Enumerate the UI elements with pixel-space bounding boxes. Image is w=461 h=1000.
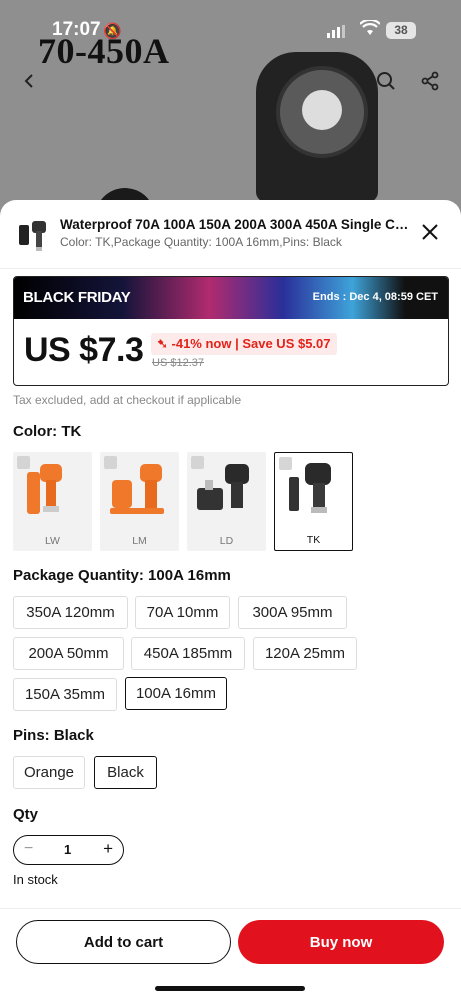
- black-friday-label: BLACK FRIDAY: [23, 289, 131, 306]
- quantity-stepper: − 1 +: [13, 835, 124, 865]
- divider: [0, 268, 461, 269]
- black-friday-strip: BLACK FRIDAY Ends : Dec 4, 08:59 CET: [14, 277, 448, 319]
- discount-badge: ➷ -41% now | Save US $5.07: [151, 333, 337, 355]
- product-selected-variant: Color: TK,Package Quantity: 100A 16mm,Pi…: [60, 235, 342, 249]
- zoom-icon[interactable]: [279, 457, 292, 470]
- product-thumbnail: [16, 217, 52, 253]
- discount-arrow-icon: ➷: [157, 336, 172, 351]
- home-indicator: [155, 986, 305, 991]
- minus-icon[interactable]: −: [24, 840, 33, 858]
- status-bar: 17:07 🔕 38: [0, 16, 461, 46]
- color-option-label: TK: [306, 534, 321, 546]
- package-option[interactable]: 200A 50mm: [13, 637, 124, 670]
- product-title: Waterproof 70A 100A 150A 200A 300A 450A …: [60, 217, 412, 232]
- qty-label: Qty: [13, 806, 39, 823]
- zoom-icon[interactable]: [191, 456, 204, 469]
- color-option-ld[interactable]: LD: [187, 452, 266, 551]
- package-option[interactable]: 120A 25mm: [253, 637, 357, 670]
- sheet-header: Waterproof 70A 100A 150A 200A 300A 450A …: [0, 200, 461, 268]
- package-option[interactable]: 300A 95mm: [238, 596, 347, 629]
- package-option[interactable]: 350A 120mm: [13, 596, 128, 629]
- pins-option[interactable]: Orange: [13, 756, 85, 789]
- color-label: Color: TK: [13, 423, 82, 440]
- package-option-selected[interactable]: 100A 16mm: [125, 677, 227, 710]
- original-price: US $12.37: [152, 357, 204, 369]
- status-time: 17:07: [52, 19, 101, 40]
- signal-icon: [327, 25, 345, 38]
- connector-image: [256, 52, 378, 202]
- package-option[interactable]: 150A 35mm: [13, 678, 117, 711]
- tax-note: Tax excluded, add at checkout if applica…: [13, 393, 242, 407]
- color-option-label: LM: [132, 535, 147, 547]
- sale-ends-text: Ends : Dec 4, 08:59 CET: [312, 291, 438, 303]
- color-option-lm[interactable]: LM: [100, 452, 179, 551]
- wifi-icon: [359, 18, 381, 41]
- stock-status: In stock: [13, 872, 58, 887]
- divider: [0, 908, 461, 909]
- close-icon[interactable]: [418, 220, 442, 244]
- color-option-label: LW: [45, 535, 60, 547]
- back-icon[interactable]: [13, 64, 47, 98]
- share-icon[interactable]: [413, 64, 447, 98]
- pins-option-selected[interactable]: Black: [94, 756, 157, 789]
- color-option-tk[interactable]: TK: [274, 452, 353, 551]
- color-options: LW LM LD TK: [13, 452, 353, 551]
- sku-selection-sheet: Waterproof 70A 100A 150A 200A 300A 450A …: [0, 200, 461, 1000]
- zoom-icon[interactable]: [17, 456, 30, 469]
- color-option-label: LD: [219, 535, 234, 547]
- zoom-icon[interactable]: [104, 456, 117, 469]
- color-option-lw[interactable]: LW: [13, 452, 92, 551]
- sale-price: US $7.3: [24, 331, 144, 369]
- search-icon[interactable]: [369, 64, 403, 98]
- buy-now-button[interactable]: Buy now: [238, 920, 444, 964]
- add-to-cart-button[interactable]: Add to cart: [16, 920, 231, 964]
- bell-mute-icon: 🔕: [103, 23, 122, 40]
- package-quantity-label: Package Quantity: 100A 16mm: [13, 567, 231, 584]
- pins-label: Pins: Black: [13, 727, 94, 744]
- quantity-value[interactable]: 1: [64, 842, 71, 857]
- plus-icon[interactable]: +: [103, 839, 113, 859]
- battery-icon: 38: [386, 22, 416, 39]
- package-option[interactable]: 70A 10mm: [135, 596, 230, 629]
- package-option[interactable]: 450A 185mm: [131, 637, 245, 670]
- promo-banner: BLACK FRIDAY Ends : Dec 4, 08:59 CET US …: [13, 276, 449, 386]
